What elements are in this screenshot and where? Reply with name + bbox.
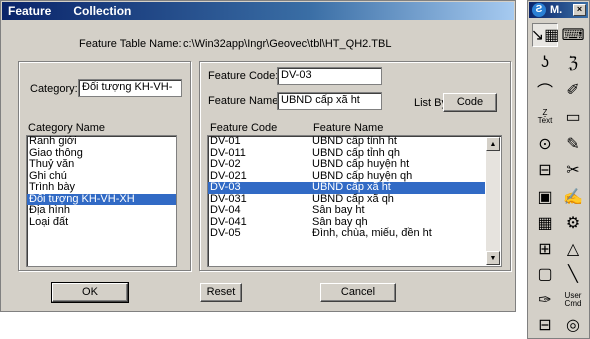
pen-fill-icon[interactable]: ✍ (560, 185, 586, 209)
dialog-title-left: Feature (8, 4, 52, 18)
curve-arc-icon[interactable]: ʖ (532, 51, 558, 75)
text-tool-label: Text (537, 116, 553, 125)
feature-code-label: Feature Code: (208, 70, 279, 82)
feature-name-cell: Đình, chùa, miếu, đền ht (312, 227, 432, 239)
reset-button[interactable]: Reset (200, 283, 242, 302)
feature-list-row[interactable]: DV-04 Sân bay ht (208, 204, 485, 217)
dialog-title-bar[interactable]: Feature Collection (2, 2, 514, 20)
ok-button[interactable]: OK (51, 282, 129, 303)
feature-name-field[interactable]: UBND cấp xã ht (277, 92, 382, 110)
user-command-icon[interactable]: User Cmd (560, 288, 586, 312)
feature-list-row[interactable]: DV-02 UBND cấp huyện ht (208, 158, 485, 171)
node-edit-icon[interactable]: ⊟ (532, 158, 558, 182)
feature-list-row[interactable]: DV-05 Đình, chùa, miếu, đền ht (208, 227, 485, 240)
scroll-down-icon[interactable]: ▼ (486, 251, 500, 265)
category-label: Category: (30, 83, 78, 95)
feature-code-cell: DV-02 (210, 158, 241, 170)
feature-code-cell: DV-04 (210, 204, 241, 216)
feature-table-name-label: Feature Table Name: (79, 38, 182, 50)
window-frame-icon[interactable]: ▢ (532, 262, 558, 286)
feature-code-cell: DV-05 (210, 227, 241, 239)
select-area-icon[interactable]: ▣ (532, 185, 558, 209)
scroll-up-icon[interactable]: ▲ (486, 137, 500, 151)
category-list[interactable]: Ranh giới Giao thông Thuỷ văn Ghi chú Trình … (26, 135, 177, 267)
user-cmd-line2: Cmd (564, 299, 582, 308)
circle-point-icon[interactable]: ⊙ (532, 132, 558, 156)
curve-branch-icon[interactable]: ℨ (560, 51, 586, 75)
pen-edit-icon[interactable]: ✎ (560, 132, 586, 156)
feature-collection-dialog: Feature Collection Feature Table Name: c… (0, 0, 516, 312)
microstation-logo-icon: Ƨ (532, 3, 546, 17)
feature-name-cell: UBND cấp xã ht (312, 181, 391, 193)
rectangle-icon[interactable]: ▭ (560, 105, 586, 129)
feature-code-field[interactable]: DV-03 (277, 67, 382, 85)
feature-name-cell: Sân bay ht (312, 204, 365, 216)
category-list-item[interactable]: Thuỷ văn (27, 158, 176, 171)
feature-list[interactable]: DV-01 UBND cấp tỉnh ht DV-011 UBND cấp tỉnh… (207, 135, 502, 267)
feature-list-row[interactable]: DV-01 UBND cấp tỉnh ht (208, 136, 485, 148)
cancel-button[interactable]: Cancel (320, 283, 396, 302)
list-by-code-button[interactable]: Code (443, 93, 497, 112)
pen-user-icon[interactable]: ✑ (532, 288, 558, 312)
text-place-icon[interactable]: Ẕ Text (532, 105, 558, 129)
palette-close-icon[interactable]: × (573, 4, 586, 16)
feature-code-cell: DV-01 (210, 135, 241, 147)
category-list-item[interactable]: Loại đất (27, 216, 176, 229)
feature-list-row[interactable]: DV-03 UBND cấp xã ht (208, 181, 485, 194)
category-group: Category: Đối tượng KH-VH- Category Name… (18, 61, 191, 271)
category-name-header: Category Name (28, 122, 106, 134)
save-disk-icon[interactable]: ⊟ (532, 313, 558, 337)
triangle-edit-icon[interactable]: △ (560, 237, 586, 261)
line-cut-icon[interactable]: ✂ (560, 158, 586, 182)
category-field[interactable]: Đối tượng KH-VH- (78, 79, 182, 97)
polyline-icon[interactable]: ⌒ (532, 78, 558, 102)
line-draw-icon[interactable]: ╲ (560, 262, 586, 286)
feature-name-header: Feature Name (313, 122, 384, 134)
pen-draw-icon[interactable]: ✐ (560, 78, 586, 102)
tool-palette: Ƨ M. × ↘▦ ⌨ ʖ ℨ ⌒ ✐ Ẕ Text ▭ ⊙ ✎ ⊟ ✂ ▣ ✍ … (527, 0, 590, 339)
feature-name-cell: UBND cấp tỉnh ht (312, 135, 397, 147)
palette-title: M. (550, 4, 563, 16)
category-list-item[interactable]: Ranh giới (27, 136, 176, 148)
dialog-title-right: Collection (73, 4, 132, 18)
grid-dialog-icon[interactable]: ⌨ (560, 23, 586, 47)
category-list-item[interactable]: Trình bày (27, 181, 176, 194)
feature-table-name-value: c:\Win32app\Ingr\Geovec\tbl\HT_QH2.TBL (183, 38, 392, 50)
feature-name-cell: UBND cấp huyện ht (312, 158, 410, 170)
grid-view-icon[interactable]: ▦ (532, 211, 558, 235)
feature-code-cell: DV-03 (210, 181, 241, 193)
node-move-icon[interactable]: ⊞ (532, 237, 558, 261)
feature-group: Feature Code: DV-03 Feature Name: UBND c… (199, 61, 511, 271)
feature-attribute-icon[interactable]: ⚙ (560, 211, 586, 235)
category-list-item[interactable]: Địa hình (27, 204, 176, 217)
palette-title-bar[interactable]: Ƨ M. × (529, 2, 588, 18)
select-arrow-icon[interactable]: ↘▦ (531, 23, 559, 47)
target-rings-icon[interactable]: ◎ (560, 313, 586, 337)
feature-code-header: Feature Code (210, 122, 278, 134)
feature-list-scrollbar[interactable]: ▲ ▼ (486, 137, 500, 265)
feature-name-label: Feature Name: (208, 95, 282, 107)
